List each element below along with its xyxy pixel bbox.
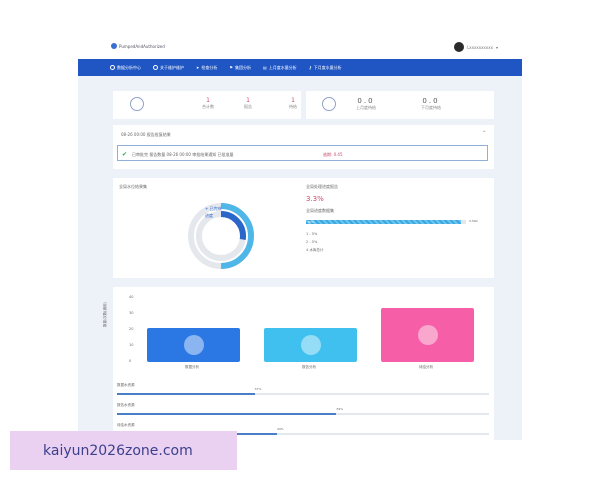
nav-item-last-month[interactable]: ▤ 上月度水量分析	[263, 65, 297, 71]
globe-icon	[130, 97, 144, 111]
flag-icon: ⚑	[229, 65, 233, 70]
bar[interactable]	[381, 307, 474, 362]
collapse-icon[interactable]: ^	[483, 130, 486, 135]
top-bar: PumpedAndAuthorized Lxxxxxxxxxx ▾	[78, 32, 522, 59]
app-window: PumpedAndAuthorized Lxxxxxxxxxx ▾ 数据分析中心…	[78, 32, 522, 440]
bar-label: 报告分析	[302, 365, 316, 369]
bar[interactable]	[147, 328, 240, 362]
send-icon: ➤	[196, 65, 200, 70]
row-percent: 37%	[254, 387, 262, 391]
user-name: Lxxxxxxxxxx	[467, 44, 493, 50]
chevron-down-icon: ▾	[495, 44, 498, 50]
alert-message: 已审批完 报告数量 08-26 00:00 审批结果通知 已批准量	[132, 152, 234, 157]
settings-icon	[153, 65, 158, 70]
stat-item: 1 合计数	[202, 97, 214, 109]
main-nav: 数据分析中心 关于维护维护 ➤ 检查分析 ⚑ 集团分析 ▤ 上月度水量分析 ⚷ 下月度水…	[78, 59, 522, 76]
stat-item: 0.0 下月度待结	[421, 97, 441, 110]
watermark-text: kaiyun2026zone.com	[43, 443, 193, 459]
y-tick-label: 0	[129, 359, 132, 363]
progress-legend-item: 2 - 5%	[306, 240, 318, 244]
rocket-icon	[322, 97, 336, 111]
alert-highlight: 逾期: 0.45	[323, 152, 343, 157]
y-tick-label: 10	[129, 343, 134, 347]
row-percent: 43%	[276, 427, 284, 431]
row-progress-fill	[117, 393, 255, 395]
donut-title: 全局水位结果集	[119, 184, 147, 189]
progress-bar-label: 97%	[308, 220, 315, 224]
progress-title: 全局处理进度报告	[306, 184, 338, 189]
progress-big-value: 3.3%	[306, 195, 324, 203]
user-menu[interactable]: Lxxxxxxxxxx ▾	[454, 42, 498, 52]
row-label: 报告水资源	[117, 403, 135, 407]
watermark-banner: kaiyun2026zone.com	[10, 431, 237, 470]
bar-chart-card: 数量/次数(通用) 40 30 20 10 0 数据分析 报告分析 待结分析 数据水资源 37…	[103, 287, 494, 440]
progress-legend-item: 4 水库总计	[306, 248, 324, 252]
progress-fill	[306, 220, 462, 224]
progress-track	[306, 220, 466, 224]
nav-item-inspection[interactable]: ➤ 检查分析	[196, 65, 217, 71]
progress-subtitle: 全局进度数据集	[306, 208, 334, 213]
nav-item-next-month[interactable]: ⚷ 下月度水量分析	[309, 65, 342, 71]
dashboard-icon	[110, 65, 115, 70]
key-icon: ⚷	[308, 65, 312, 70]
bar[interactable]	[264, 328, 357, 362]
stat-item: 0.0 上月度待结	[356, 97, 376, 110]
nav-item-group[interactable]: ⚑ 集团分析	[229, 65, 251, 71]
stats-card-left: 1 合计数 1 报告 1 待结	[113, 91, 301, 119]
nav-item-data-center[interactable]: 数据分析中心	[110, 65, 141, 71]
pie-chart-icon	[417, 324, 438, 345]
progress-legend-item: 1 - 5%	[306, 232, 318, 236]
row-label: 待结水资源	[117, 423, 135, 427]
donut-legend: + 已完成	[205, 206, 222, 211]
stat-item: 1 报告	[244, 97, 252, 109]
app-logo[interactable]: PumpedAndAuthorized	[111, 43, 165, 49]
stats-card-right: 0.0 上月度待结 0.0 下月度待结	[306, 91, 494, 119]
pie-chart-icon	[300, 335, 321, 356]
bar-label: 待结分析	[419, 365, 433, 369]
y-tick-label: 20	[129, 327, 134, 331]
nav-item-maintenance[interactable]: 关于维护维护	[153, 65, 184, 71]
bar-label: 数据分析	[185, 365, 199, 369]
row-progress-fill	[117, 413, 337, 415]
overview-card: 全局水位结果集 + 已完成 进度 全局处理进度报告 3.3% 全局进度数据集 9…	[113, 178, 494, 278]
row-label: 数据水资源	[117, 383, 135, 387]
alert-header: 08-26 00:00 报告批复结果	[121, 132, 171, 137]
app-title: PumpedAndAuthorized	[119, 43, 165, 49]
y-tick-label: 40	[129, 295, 134, 299]
check-icon: ✔	[122, 151, 128, 158]
avatar	[454, 42, 465, 52]
row-percent: 59%	[336, 407, 344, 411]
pie-chart-icon	[183, 335, 204, 356]
logo-icon	[111, 43, 117, 49]
alert-message-box: ✔ 已审批完 报告数量 08-26 00:00 审批结果通知 已批准量 逾期: …	[117, 145, 488, 161]
y-tick-label: 30	[129, 311, 134, 315]
progress-bar-right: 3,500	[469, 219, 478, 223]
document-icon: ▤	[262, 65, 267, 70]
donut-legend-progress: 进度	[205, 213, 213, 218]
y-axis-label: 数量/次数(通用)	[103, 302, 107, 327]
